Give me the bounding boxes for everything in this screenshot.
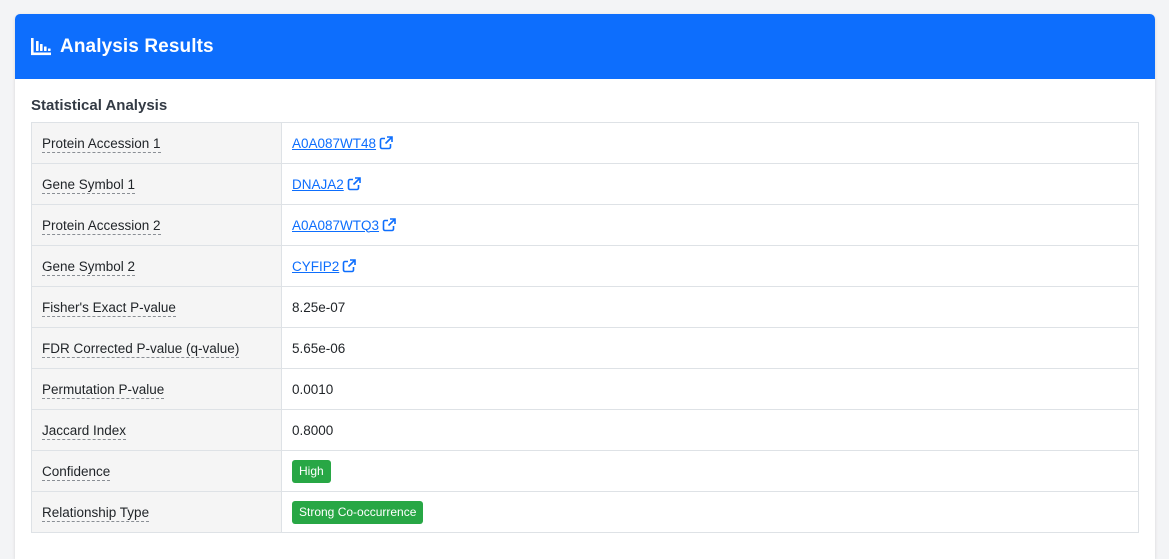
row-value: 0.8000 <box>281 409 1139 451</box>
table-row: Confidence High <box>31 450 1139 492</box>
row-value-cell: A0A087WTQ3 <box>281 204 1139 246</box>
row-label: Permutation P-value <box>42 381 165 399</box>
row-label: FDR Corrected P-value (q-value) <box>42 340 240 358</box>
table-row: FDR Corrected P-value (q-value) 5.65e-06 <box>31 327 1139 369</box>
row-label-cell: Confidence <box>31 450 282 492</box>
row-label: Jaccard Index <box>42 422 127 440</box>
row-value: 8.25e-07 <box>281 286 1139 328</box>
table-row: Gene Symbol 2 CYFIP2 <box>31 245 1139 287</box>
analysis-results-card: Analysis Results Statistical Analysis Pr… <box>15 14 1155 559</box>
row-value: 0.0010 <box>281 368 1139 410</box>
table-row: Fisher's Exact P-value 8.25e-07 <box>31 286 1139 328</box>
results-table: Protein Accession 1 A0A087WT48 Gene Symb… <box>31 122 1139 533</box>
row-label: Protein Accession 1 <box>42 135 161 153</box>
row-value-cell: High <box>281 450 1139 492</box>
row-value-cell: DNAJA2 <box>281 163 1139 205</box>
row-label-cell: Fisher's Exact P-value <box>31 286 282 328</box>
link-text: DNAJA2 <box>292 176 344 192</box>
row-label-cell: Jaccard Index <box>31 409 282 451</box>
row-label-cell: Protein Accession 2 <box>31 204 282 246</box>
protein-accession-1-link[interactable]: A0A087WT48 <box>292 136 393 151</box>
row-label-cell: Gene Symbol 2 <box>31 245 282 287</box>
row-label-cell: Relationship Type <box>31 491 282 533</box>
table-row: Relationship Type Strong Co-occurrence <box>31 491 1139 533</box>
row-label: Protein Accession 2 <box>42 217 161 235</box>
gene-symbol-2-link[interactable]: CYFIP2 <box>292 258 357 274</box>
section-title: Statistical Analysis <box>31 97 168 114</box>
table-row: Jaccard Index 0.8000 <box>31 409 1139 451</box>
link-text: CYFIP2 <box>292 258 340 274</box>
external-link-icon <box>382 218 396 232</box>
row-value-cell: Strong Co-occurrence <box>281 491 1139 533</box>
external-link-icon <box>342 259 357 273</box>
table-row: Permutation P-value 0.0010 <box>31 368 1139 410</box>
gene-symbol-1-link[interactable]: DNAJA2 <box>292 177 361 192</box>
row-label: Fisher's Exact P-value <box>42 299 176 317</box>
table-row: Gene Symbol 1 DNAJA2 <box>31 163 1139 205</box>
external-link-icon <box>379 136 393 150</box>
row-label-cell: FDR Corrected P-value (q-value) <box>31 327 282 369</box>
row-label: Confidence <box>42 463 111 481</box>
row-label: Relationship Type <box>42 504 150 522</box>
row-label: Gene Symbol 1 <box>42 176 136 194</box>
external-link-icon <box>347 177 361 191</box>
card-body: Statistical Analysis Protein Accession 1… <box>15 79 1155 533</box>
row-label-cell: Gene Symbol 1 <box>31 163 282 205</box>
table-row: Protein Accession 2 A0A087WTQ3 <box>31 204 1139 246</box>
row-label-cell: Permutation P-value <box>31 368 282 410</box>
row-value-cell: A0A087WT48 <box>281 122 1139 164</box>
relationship-type-badge: Strong Co-occurrence <box>292 500 424 524</box>
row-label: Gene Symbol 2 <box>42 258 136 276</box>
row-value-cell: CYFIP2 <box>281 245 1139 287</box>
link-text: A0A087WT48 <box>292 135 377 151</box>
link-text: A0A087WTQ3 <box>292 217 380 233</box>
row-label-cell: Protein Accession 1 <box>31 122 282 164</box>
table-row: Protein Accession 1 A0A087WT48 <box>31 122 1139 164</box>
protein-accession-2-link[interactable]: A0A087WTQ3 <box>292 218 396 233</box>
card-header: Analysis Results <box>15 14 1155 79</box>
confidence-badge: High <box>292 459 331 483</box>
chart-bar-icon <box>30 36 52 58</box>
row-value: 5.65e-06 <box>281 327 1139 369</box>
page-title: Analysis Results <box>60 35 214 57</box>
